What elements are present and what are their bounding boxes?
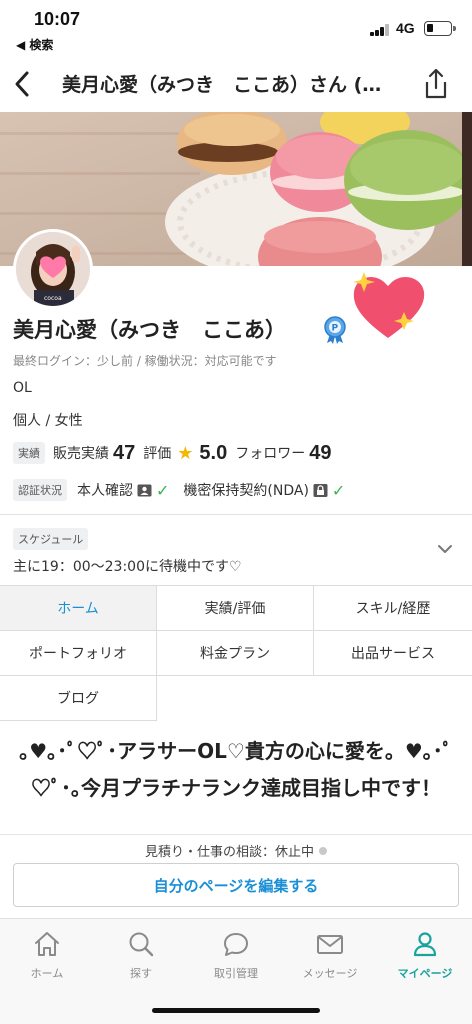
profile-name: 美月心愛（みつき ここあ） [13,318,286,342]
stats-tag: 実績 [13,442,45,464]
heart-decoration-icon [353,272,425,338]
tabbar-search[interactable]: 探す [94,929,188,981]
profile-headline: ｡♥｡･ﾟ♡ﾟ･アラサーOL♡貴方の心に愛を。♥｡･ﾟ♡ﾟ･｡今月プラチナランク… [19,739,453,800]
id-card-icon [137,484,152,496]
nda-label: 機密保持契約(NDA) [183,483,309,499]
chevron-down-icon[interactable] [436,540,454,558]
svg-text:P: P [332,324,339,334]
lock-icon [313,483,328,497]
account-type: 個人 / 女性 [13,413,83,429]
schedule-section[interactable]: スケジュール [13,528,89,550]
share-icon[interactable] [420,66,452,102]
consultation-status: 見積り・仕事の相談：休止中 [0,841,472,860]
tab-portfolio[interactable]: ポートフォリオ [0,631,157,676]
identity-check-icon: ✓ [156,480,170,500]
stats-row: 実績 販売実績 47 評価 ★ 5.0 フォロワー 49 [13,440,339,466]
back-to-app-link[interactable]: ◀ 検索 [16,36,53,53]
search-icon [129,932,154,957]
tabbar-transactions-label: 取引管理 [214,967,258,980]
verification-row: 認証状況 本人確認 ✓ 機密保持契約(NDA) ✓ [13,478,345,502]
rating-value: 5.0 [199,441,228,464]
tab-empty [314,676,472,721]
tabbar-messages[interactable]: メッセージ [283,929,377,981]
person-icon [413,932,437,957]
login-status: 最終ログイン：少し前 / 稼働状況：対応可能です [13,354,277,368]
tabbar-transactions[interactable]: 取引管理 [189,929,283,981]
tab-empty [157,676,314,721]
status-bar: 10:07 ◀ 検索 4G [0,0,472,56]
schedule-tag: スケジュール [13,528,89,550]
profile-tabs: ホーム 実績/評価 スキル/経歴 ポートフォリオ 料金プラン 出品サービス ブロ… [0,585,472,721]
avatar-text: cocoa [44,295,62,302]
sales-label: 販売実績 [53,446,109,462]
tab-blog[interactable]: ブログ [0,676,157,721]
tabbar-home-label: ホーム [30,967,64,980]
network-label: 4G [396,20,415,36]
occupation: OL [13,380,32,396]
tab-services[interactable]: 出品サービス [314,631,472,676]
tab-home[interactable]: ホーム [0,586,157,631]
star-icon: ★ [177,442,194,464]
consultation-status-text: 見積り・仕事の相談：休止中 [144,845,314,860]
chevron-left-icon[interactable] [8,66,38,102]
rating-label: 評価 [143,446,172,462]
followers-value[interactable]: 49 [309,442,331,465]
chat-bubble-icon [224,933,248,956]
tabbar-mypage-label: マイページ [397,967,453,980]
status-dot-icon [319,847,327,855]
tab-skills-career[interactable]: スキル/経歴 [314,586,472,631]
sales-value: 47 [113,441,136,464]
tabbar-search-label: 探す [130,967,152,980]
identity-label: 本人確認 [77,483,133,499]
tabbar-messages-label: メッセージ [302,967,358,980]
edit-page-button[interactable]: 自分のページを編集する [13,863,459,907]
tabbar-mypage[interactable]: マイページ [378,929,472,981]
bottom-cta-bar: 見積り・仕事の相談：休止中 自分のページを編集する [0,834,472,918]
nda-check-icon: ✓ [331,480,346,500]
mail-icon [317,935,343,954]
signal-icon [370,24,390,36]
tab-price-plans[interactable]: 料金プラン [157,631,314,676]
status-time: 10:07 [34,9,81,29]
home-icon [35,932,59,956]
divider [0,514,472,515]
page-title: 美月心愛（みつき ここあ）さん (… [62,74,382,96]
tabbar-home[interactable]: ホーム [0,929,94,981]
rank-badge-icon: P [324,316,346,344]
verification-tag: 認証状況 [13,479,67,501]
followers-label[interactable]: フォロワー [235,443,305,463]
tab-results-reviews[interactable]: 実績/評価 [157,586,314,631]
schedule-text: 主に19：00〜23:00に待機中です♡ [13,559,242,575]
home-indicator [152,1008,320,1013]
battery-icon [424,21,456,36]
avatar[interactable]: cocoa [13,229,93,309]
nav-header: 美月心愛（みつき ここあ）さん (… [0,56,472,112]
